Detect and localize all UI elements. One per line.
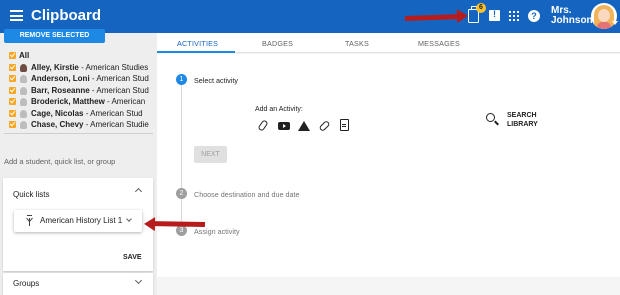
remove-selected-button[interactable]: REMOVE SELECTED	[4, 29, 105, 43]
document-icon[interactable]	[340, 119, 349, 131]
student-row[interactable]: Broderick, Matthew - American	[7, 96, 157, 108]
student-class: - American Studie	[83, 120, 149, 129]
tab-messages[interactable]: MESSAGES	[418, 39, 460, 48]
tab-activities[interactable]: ACTIVITIES	[177, 39, 218, 48]
tab-badges[interactable]: BADGES	[262, 39, 293, 48]
student-class: - American Studies	[78, 62, 149, 72]
student-row[interactable]: Cage, Nicolas - American Stud	[7, 108, 157, 120]
checkbox-icon[interactable]	[9, 75, 16, 82]
groups-card[interactable]: Groups	[3, 273, 153, 295]
student-class: - American Stud	[89, 85, 149, 95]
checkbox-icon[interactable]	[9, 52, 16, 59]
add-student-input[interactable]: Add a student, quick list, or group	[4, 157, 115, 166]
divider	[4, 133, 153, 134]
search-icon[interactable]	[486, 113, 495, 122]
add-activity-label: Add an Activity:	[255, 106, 303, 113]
search-library-button[interactable]: SEARCH LIBRARY	[507, 112, 538, 129]
student-class: - American	[104, 97, 146, 106]
save-button[interactable]: SAVE	[123, 254, 142, 261]
student-name: Cage, Nicolas	[31, 108, 84, 118]
student-avatar-icon	[20, 63, 27, 72]
menu-icon[interactable]	[10, 10, 23, 21]
student-list: All Alley, Kirstie - American Studies An…	[7, 50, 157, 131]
student-avatar-icon	[20, 109, 27, 118]
search-library-line1: SEARCH	[507, 112, 537, 119]
student-panel: REMOVE SELECTED All Alley, Kirstie - Ame…	[0, 29, 157, 295]
student-row[interactable]: Anderson, Loni - American Stud	[7, 73, 157, 85]
avatar[interactable]	[591, 3, 617, 29]
activity-stepper: 1 Select activity Add an Activity: SEARC…	[157, 54, 620, 277]
active-tab-indicator	[157, 51, 235, 53]
feedback-icon[interactable]	[489, 9, 500, 21]
quick-list-selected: American History List 1	[40, 216, 123, 225]
checkbox-icon[interactable]	[9, 98, 16, 105]
checkbox-icon[interactable]	[9, 63, 16, 71]
student-name: Barr, Roseanne	[31, 85, 90, 95]
merge-icon	[25, 215, 34, 226]
youtube-icon[interactable]	[278, 122, 290, 130]
step-1-label: Select activity	[194, 76, 238, 85]
quick-list-select[interactable]: American History List 1	[14, 210, 142, 232]
student-class: - American Stud	[83, 108, 143, 118]
student-avatar-icon	[20, 121, 27, 129]
student-name: Alley, Kirstie	[31, 62, 79, 72]
student-name: Broderick, Matthew	[31, 97, 105, 106]
select-all-label: All	[19, 51, 30, 60]
caret-down-icon[interactable]	[612, 21, 618, 25]
student-avatar-icon	[20, 86, 27, 95]
step-2-circle: 2	[176, 188, 187, 199]
next-button[interactable]: NEXT	[194, 146, 227, 163]
annotation-arrow-icon	[152, 221, 206, 227]
user-name-line2: Johnson	[551, 15, 593, 26]
main-content: ACTIVITIES BADGES TASKS MESSAGES 1 Selec…	[157, 33, 620, 295]
step-3-label: Assign activity	[194, 227, 240, 236]
select-all-row[interactable]: All	[7, 50, 157, 62]
tab-tasks[interactable]: TASKS	[345, 39, 369, 48]
chevron-down-icon[interactable]	[134, 276, 143, 285]
student-row[interactable]: Chase, Chevy - American Studie	[7, 119, 157, 131]
quick-lists-title: Quick lists	[13, 190, 50, 199]
step-2-label: Choose destination and due date	[194, 190, 300, 199]
student-class: - American Stud	[89, 74, 149, 83]
step-1-circle: 1	[176, 74, 187, 85]
chevron-up-icon[interactable]	[134, 187, 143, 196]
student-avatar-icon	[20, 98, 27, 106]
user-name[interactable]: Mrs. Johnson	[551, 6, 593, 26]
student-name: Chase, Chevy	[31, 120, 84, 129]
app-title: Clipboard	[31, 7, 101, 24]
checkbox-icon[interactable]	[9, 86, 16, 94]
apps-grid-icon[interactable]	[509, 11, 519, 21]
chevron-down-icon[interactable]	[126, 216, 132, 222]
google-drive-icon[interactable]	[298, 121, 310, 131]
student-row[interactable]: Alley, Kirstie - American Studies	[7, 62, 157, 74]
tab-bar: ACTIVITIES BADGES TASKS MESSAGES	[157, 33, 620, 53]
checkbox-icon[interactable]	[9, 109, 16, 117]
quick-lists-card: Quick lists American History List 1 SAVE	[3, 178, 153, 271]
student-name: Anderson, Loni	[31, 74, 90, 83]
search-library-line2: LIBRARY	[507, 120, 538, 128]
help-icon[interactable]: ?	[528, 10, 540, 22]
notification-badge: 6	[476, 3, 486, 13]
stepper-line	[181, 84, 182, 230]
link-icon[interactable]	[318, 119, 331, 133]
student-row[interactable]: Barr, Roseanne - American Stud	[7, 85, 157, 97]
student-avatar-icon	[20, 75, 27, 83]
attachment-icon[interactable]	[257, 119, 269, 132]
groups-title: Groups	[13, 279, 40, 288]
checkbox-icon[interactable]	[9, 121, 16, 128]
